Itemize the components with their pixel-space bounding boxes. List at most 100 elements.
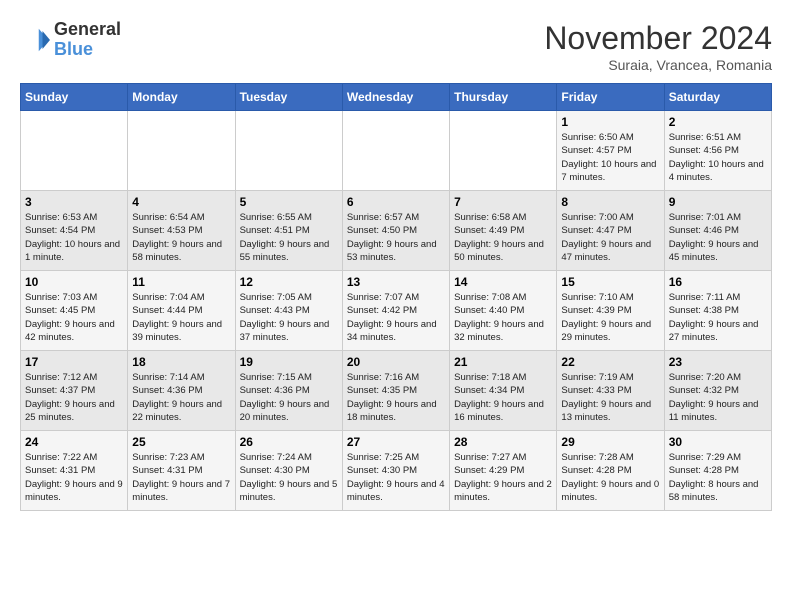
day-number: 13 [347, 275, 445, 289]
calendar-week-5: 24 Sunrise: 7:22 AM Sunset: 4:31 PM Dayli… [21, 431, 772, 511]
calendar-cell: 22 Sunrise: 7:19 AM Sunset: 4:33 PM Dayli… [557, 351, 664, 431]
calendar-cell: 20 Sunrise: 7:16 AM Sunset: 4:35 PM Dayli… [342, 351, 449, 431]
calendar-cell [450, 111, 557, 191]
day-info: Sunrise: 7:24 AM Sunset: 4:30 PM Dayligh… [240, 451, 338, 504]
day-number: 29 [561, 435, 659, 449]
calendar-cell: 14 Sunrise: 7:08 AM Sunset: 4:40 PM Dayli… [450, 271, 557, 351]
day-info: Sunrise: 7:01 AM Sunset: 4:46 PM Dayligh… [669, 211, 767, 264]
day-number: 27 [347, 435, 445, 449]
day-number: 11 [132, 275, 230, 289]
calendar-cell: 27 Sunrise: 7:25 AM Sunset: 4:30 PM Dayli… [342, 431, 449, 511]
day-header-saturday: Saturday [664, 84, 771, 111]
calendar-cell: 25 Sunrise: 7:23 AM Sunset: 4:31 PM Dayli… [128, 431, 235, 511]
month-title: November 2024 [544, 20, 772, 57]
header-row: SundayMondayTuesdayWednesdayThursdayFrid… [21, 84, 772, 111]
calendar-cell: 15 Sunrise: 7:10 AM Sunset: 4:39 PM Dayli… [557, 271, 664, 351]
day-number: 19 [240, 355, 338, 369]
calendar-cell: 6Sunrise: 6:57 AM Sunset: 4:50 PM Daylig… [342, 191, 449, 271]
day-number: 24 [25, 435, 123, 449]
title-section: November 2024 Suraia, Vrancea, Romania [544, 20, 772, 73]
day-info: Sunrise: 7:14 AM Sunset: 4:36 PM Dayligh… [132, 371, 230, 424]
day-info: Sunrise: 6:58 AM Sunset: 4:49 PM Dayligh… [454, 211, 552, 264]
calendar-cell: 16 Sunrise: 7:11 AM Sunset: 4:38 PM Dayli… [664, 271, 771, 351]
day-info: Sunrise: 7:20 AM Sunset: 4:32 PM Dayligh… [669, 371, 767, 424]
calendar-week-2: 3 Sunrise: 6:53 AM Sunset: 4:54 PM Daylig… [21, 191, 772, 271]
day-number: 3 [25, 195, 123, 209]
calendar-cell [235, 111, 342, 191]
calendar-cell: 17Sunrise: 7:12 AM Sunset: 4:37 PM Dayli… [21, 351, 128, 431]
day-info: Sunrise: 7:05 AM Sunset: 4:43 PM Dayligh… [240, 291, 338, 344]
calendar-cell: 2Sunrise: 6:51 AM Sunset: 4:56 PM Daylig… [664, 111, 771, 191]
day-header-wednesday: Wednesday [342, 84, 449, 111]
calendar-cell: 18 Sunrise: 7:14 AM Sunset: 4:36 PM Dayli… [128, 351, 235, 431]
calendar-cell: 11 Sunrise: 7:04 AM Sunset: 4:44 PM Dayli… [128, 271, 235, 351]
day-number: 25 [132, 435, 230, 449]
day-info: Sunrise: 7:12 AM Sunset: 4:37 PM Dayligh… [25, 371, 123, 424]
calendar-cell: 23 Sunrise: 7:20 AM Sunset: 4:32 PM Dayli… [664, 351, 771, 431]
calendar-cell: 19 Sunrise: 7:15 AM Sunset: 4:36 PM Dayli… [235, 351, 342, 431]
location-subtitle: Suraia, Vrancea, Romania [544, 57, 772, 73]
day-number: 12 [240, 275, 338, 289]
calendar-cell: 4 Sunrise: 6:54 AM Sunset: 4:53 PM Daylig… [128, 191, 235, 271]
day-number: 4 [132, 195, 230, 209]
day-info: Sunrise: 7:11 AM Sunset: 4:38 PM Dayligh… [669, 291, 767, 344]
day-number: 15 [561, 275, 659, 289]
day-number: 23 [669, 355, 767, 369]
day-number: 14 [454, 275, 552, 289]
calendar-cell: 1Sunrise: 6:50 AM Sunset: 4:57 PM Daylig… [557, 111, 664, 191]
day-info: Sunrise: 7:07 AM Sunset: 4:42 PM Dayligh… [347, 291, 445, 344]
day-info: Sunrise: 7:16 AM Sunset: 4:35 PM Dayligh… [347, 371, 445, 424]
day-info: Sunrise: 7:25 AM Sunset: 4:30 PM Dayligh… [347, 451, 445, 504]
calendar-cell: 9Sunrise: 7:01 AM Sunset: 4:46 PM Daylig… [664, 191, 771, 271]
logo: General Blue [20, 20, 121, 60]
day-number: 5 [240, 195, 338, 209]
calendar-cell: 26 Sunrise: 7:24 AM Sunset: 4:30 PM Dayli… [235, 431, 342, 511]
day-info: Sunrise: 7:19 AM Sunset: 4:33 PM Dayligh… [561, 371, 659, 424]
calendar-cell: 12 Sunrise: 7:05 AM Sunset: 4:43 PM Dayli… [235, 271, 342, 351]
calendar-cell [342, 111, 449, 191]
calendar-cell: 29 Sunrise: 7:28 AM Sunset: 4:28 PM Dayli… [557, 431, 664, 511]
day-number: 1 [561, 115, 659, 129]
day-number: 7 [454, 195, 552, 209]
calendar-cell: 30Sunrise: 7:29 AM Sunset: 4:28 PM Dayli… [664, 431, 771, 511]
day-number: 28 [454, 435, 552, 449]
day-number: 26 [240, 435, 338, 449]
day-number: 20 [347, 355, 445, 369]
day-info: Sunrise: 6:55 AM Sunset: 4:51 PM Dayligh… [240, 211, 338, 264]
calendar-cell: 3 Sunrise: 6:53 AM Sunset: 4:54 PM Daylig… [21, 191, 128, 271]
calendar-cell: 8Sunrise: 7:00 AM Sunset: 4:47 PM Daylig… [557, 191, 664, 271]
calendar-cell [21, 111, 128, 191]
day-info: Sunrise: 7:18 AM Sunset: 4:34 PM Dayligh… [454, 371, 552, 424]
calendar-cell [128, 111, 235, 191]
day-info: Sunrise: 7:15 AM Sunset: 4:36 PM Dayligh… [240, 371, 338, 424]
day-info: Sunrise: 7:22 AM Sunset: 4:31 PM Dayligh… [25, 451, 123, 504]
day-info: Sunrise: 6:54 AM Sunset: 4:53 PM Dayligh… [132, 211, 230, 264]
day-info: Sunrise: 7:28 AM Sunset: 4:28 PM Dayligh… [561, 451, 659, 504]
day-info: Sunrise: 7:23 AM Sunset: 4:31 PM Dayligh… [132, 451, 230, 504]
day-info: Sunrise: 7:03 AM Sunset: 4:45 PM Dayligh… [25, 291, 123, 344]
day-number: 30 [669, 435, 767, 449]
calendar-cell: 13 Sunrise: 7:07 AM Sunset: 4:42 PM Dayli… [342, 271, 449, 351]
day-info: Sunrise: 7:08 AM Sunset: 4:40 PM Dayligh… [454, 291, 552, 344]
day-info: Sunrise: 7:04 AM Sunset: 4:44 PM Dayligh… [132, 291, 230, 344]
day-header-tuesday: Tuesday [235, 84, 342, 111]
day-number: 22 [561, 355, 659, 369]
calendar-cell: 7 Sunrise: 6:58 AM Sunset: 4:49 PM Daylig… [450, 191, 557, 271]
day-number: 10 [25, 275, 123, 289]
day-info: Sunrise: 6:53 AM Sunset: 4:54 PM Dayligh… [25, 211, 123, 264]
day-header-monday: Monday [128, 84, 235, 111]
logo-icon [20, 25, 50, 55]
day-number: 16 [669, 275, 767, 289]
day-info: Sunrise: 7:10 AM Sunset: 4:39 PM Dayligh… [561, 291, 659, 344]
day-header-friday: Friday [557, 84, 664, 111]
day-number: 18 [132, 355, 230, 369]
calendar-week-3: 10 Sunrise: 7:03 AM Sunset: 4:45 PM Dayli… [21, 271, 772, 351]
page-header: General Blue November 2024 Suraia, Vranc… [20, 20, 772, 73]
day-info: Sunrise: 7:27 AM Sunset: 4:29 PM Dayligh… [454, 451, 552, 504]
day-header-thursday: Thursday [450, 84, 557, 111]
day-header-sunday: Sunday [21, 84, 128, 111]
calendar-cell: 21 Sunrise: 7:18 AM Sunset: 4:34 PM Dayli… [450, 351, 557, 431]
calendar-week-1: 1Sunrise: 6:50 AM Sunset: 4:57 PM Daylig… [21, 111, 772, 191]
day-number: 21 [454, 355, 552, 369]
day-number: 2 [669, 115, 767, 129]
